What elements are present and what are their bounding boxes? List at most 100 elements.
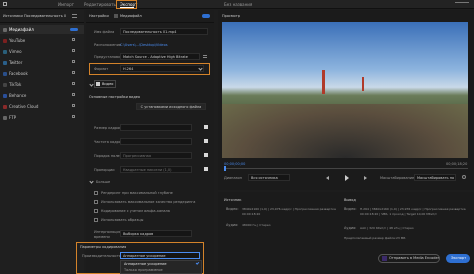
ftp-icon xyxy=(3,115,7,120)
aspect-select[interactable]: Квадратные пиксели (1,0) xyxy=(120,166,192,173)
creative-cloud-add-icon[interactable] xyxy=(72,104,75,107)
match-source-button[interactable]: С установками исходного файла xyxy=(136,103,206,110)
video-collapse-chevron-icon[interactable] xyxy=(89,82,94,87)
preview-time-start: 00;00;00;00 xyxy=(224,162,246,166)
preview-bridge-tower xyxy=(362,77,364,91)
output-video-label: Видео: xyxy=(344,207,357,211)
output-audio-label: Аудио: xyxy=(344,226,357,230)
sources-menu-icon[interactable] xyxy=(72,14,77,18)
ftp-add-icon[interactable] xyxy=(72,115,75,118)
step-forward-icon[interactable] xyxy=(364,176,367,180)
option-label: Кодирование с учетом альфа-канала xyxy=(101,209,170,213)
media-toggle[interactable] xyxy=(70,27,78,31)
output-size-value: 23 МБ xyxy=(396,236,406,240)
field-order-select[interactable]: Прогрессивная xyxy=(120,152,192,159)
youtube-add-icon[interactable] xyxy=(72,38,75,41)
source-item-media-row: Медиафайл xyxy=(3,27,34,32)
frame-size-checkbox[interactable] xyxy=(204,125,208,129)
range-select[interactable]: Вся источника xyxy=(248,174,290,181)
source-item-youtube[interactable]: YouTube xyxy=(3,38,25,43)
settings-divider xyxy=(86,22,214,23)
source-item-vimeo[interactable]: Vimeo xyxy=(3,49,22,54)
perf-option-hardware[interactable]: Аппаратное ускорение xyxy=(124,262,167,266)
source-audio-label: Аудио: xyxy=(226,223,239,227)
youtube-icon xyxy=(3,38,7,43)
source-item-label: FTP xyxy=(9,115,17,120)
tab-export-highlight xyxy=(116,0,137,9)
step-back-icon[interactable] xyxy=(326,176,329,180)
format-select[interactable]: H.264 xyxy=(120,65,204,72)
creative-cloud-icon xyxy=(3,104,7,109)
frame-rate-label: Частота кадров xyxy=(94,140,124,144)
more-chevron-icon[interactable] xyxy=(89,179,94,184)
media-encoder-icon xyxy=(382,256,387,261)
location-link[interactable]: C:\Users\...\Desktop\Videos xyxy=(120,43,168,47)
option-checkbox-alpha[interactable] xyxy=(94,209,98,213)
file-name-input[interactable]: Последовательность 01.mp4 xyxy=(120,28,208,35)
frame-rate-select[interactable] xyxy=(120,138,192,145)
home-icon[interactable] xyxy=(3,2,7,6)
source-video-label: Видео: xyxy=(226,207,239,211)
basic-video-label: Основные настройки видео xyxy=(89,95,141,99)
frame-size-select[interactable] xyxy=(120,124,192,131)
play-icon[interactable] xyxy=(345,175,349,181)
settings-media-icon xyxy=(114,14,118,18)
source-item-label: Twitter xyxy=(9,60,23,65)
preview-video xyxy=(222,22,468,158)
vimeo-add-icon[interactable] xyxy=(72,49,75,52)
preview-timeline-track[interactable] xyxy=(224,168,468,169)
interp-select[interactable]: Выборка кадров xyxy=(120,230,192,237)
perf-select[interactable]: Аппаратное ускорение xyxy=(120,252,200,259)
preset-menu-icon[interactable] xyxy=(203,55,207,58)
scale-select[interactable]: Масштабировать по xyxy=(414,174,456,181)
sources-header-label: Источники xyxy=(3,14,23,18)
range-label: Диапазон xyxy=(224,176,242,180)
interp-label: Интерполяция времени xyxy=(94,230,121,239)
output-size-label: Предполагаемый размер файла: xyxy=(344,236,396,240)
preview-playhead[interactable] xyxy=(224,166,226,171)
source-item-creative-cloud[interactable]: Creative Cloud xyxy=(3,104,38,109)
facebook-icon xyxy=(3,71,7,76)
frame-rate-checkbox[interactable] xyxy=(204,139,208,143)
source-item-twitter[interactable]: Twitter xyxy=(3,60,22,65)
option-checkbox-max-depth[interactable] xyxy=(94,191,98,195)
file-name-label: Имя файла xyxy=(94,30,115,34)
option-label: Использовать образцы xyxy=(101,218,144,222)
source-item-facebook[interactable]: Facebook xyxy=(3,71,28,76)
behance-add-icon[interactable] xyxy=(72,93,75,96)
source-item-label: TikTok xyxy=(9,82,22,87)
top-bar: Импорт Редактировать Экспорт Без названи… xyxy=(0,0,474,9)
more-label[interactable]: Больше xyxy=(96,180,110,184)
option-checkbox-proxies[interactable] xyxy=(94,218,98,222)
source-item-label: Vimeo xyxy=(9,49,22,54)
option-checkbox-max-quality[interactable] xyxy=(94,200,98,204)
media-icon xyxy=(3,27,7,32)
source-item-tiktok[interactable]: TikTok xyxy=(3,82,21,87)
tiktok-icon xyxy=(3,82,7,87)
aspect-checkbox[interactable] xyxy=(204,167,208,171)
facebook-add-icon[interactable] xyxy=(72,71,75,74)
tiktok-add-icon[interactable] xyxy=(72,82,75,85)
sources-panel: Источники Последовательность 0 Медиафайл… xyxy=(0,10,84,274)
settings-media-toggle[interactable] xyxy=(202,14,210,18)
preset-select[interactable]: Match Source - Adaptive High Bitrate xyxy=(120,53,200,60)
format-label: Формат xyxy=(94,67,109,71)
source-item-label: YouTube xyxy=(9,38,26,43)
window-controls-icon[interactable] xyxy=(455,2,469,6)
source-item-ftp[interactable]: FTP xyxy=(3,115,16,120)
field-order-checkbox[interactable] xyxy=(204,153,208,157)
perf-label: Производительность xyxy=(82,254,121,258)
output-audio-text: AAC | 320 Кбит/с | 48 кГц | Стерео xyxy=(360,226,414,230)
encoding-title: Параметры кодирования xyxy=(80,245,127,249)
preview-settings-icon[interactable] xyxy=(462,175,466,179)
sources-header-value[interactable]: Последовательность 0 xyxy=(24,14,66,18)
settings-panel: Настройки Медиафайл Имя файла Последоват… xyxy=(76,10,214,274)
tab-edit[interactable]: Редактировать xyxy=(84,2,116,7)
source-item-label: Creative Cloud xyxy=(9,104,39,109)
perf-option-software[interactable]: Только программное xyxy=(124,268,163,272)
video-check-icon[interactable] xyxy=(96,82,100,86)
source-item-behance[interactable]: Behance xyxy=(3,93,26,98)
vimeo-icon xyxy=(3,49,7,54)
tab-import[interactable]: Импорт xyxy=(58,2,74,7)
twitter-add-icon[interactable] xyxy=(72,60,75,63)
